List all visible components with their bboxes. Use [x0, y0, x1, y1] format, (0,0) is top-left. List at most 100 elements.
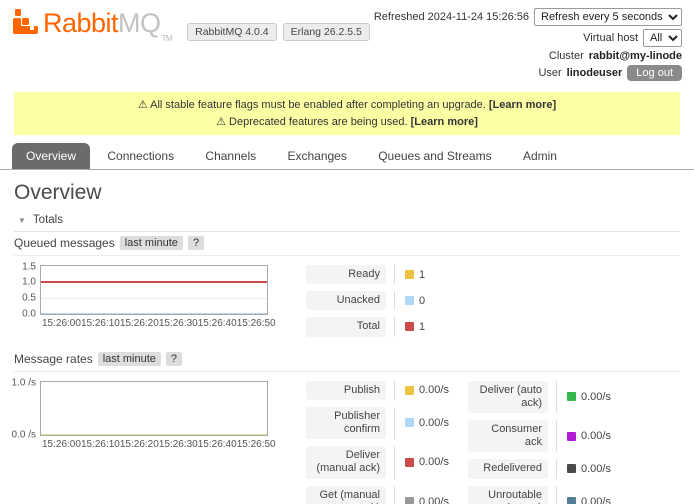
deprecated-features-warning: ⚠ Deprecated features are being used. [L… — [18, 114, 676, 131]
legend-label: Redelivered — [468, 459, 548, 478]
legend-row-ready: Ready 1 — [306, 265, 450, 284]
rabbitmq-logo-icon — [12, 8, 39, 35]
redelivered-rate: 0.00/s — [581, 463, 611, 475]
main-nav-tabs: Overview Connections Channels Exchanges … — [0, 143, 694, 170]
rates-legend-left-column: Publish 0.00/s Publisher confirm 0.00/s De… — [306, 381, 450, 504]
tab-queues-and-streams[interactable]: Queues and Streams — [364, 143, 505, 169]
collapse-triangle-icon: ▼ — [18, 216, 26, 225]
message-rates-header: Message rates last minute ? — [14, 348, 680, 372]
x-tick: 15:26:50 — [237, 439, 276, 450]
brand-rabbit: Rabbit — [43, 8, 118, 38]
queued-window-badge[interactable]: last minute — [120, 236, 183, 250]
queued-messages-plot: 1.5 1.0 0.5 0.0 — [40, 265, 268, 315]
rates-help-icon[interactable]: ? — [166, 352, 182, 366]
message-rates-chart-row: 1.0 /s 0.0 /s 15:26:00 15:26:10 15:26:20… — [14, 381, 680, 504]
virtual-host-select[interactable]: All — [643, 29, 682, 47]
y-tick: 1.0 — [22, 276, 36, 287]
x-tick: 15:26:20 — [120, 439, 159, 450]
zero-rate-line — [41, 434, 267, 435]
y-tick: 1.0 /s — [12, 377, 36, 388]
rates-legend-right-column: Deliver (auto ack) 0.00/s Consumer ack 0.0… — [468, 381, 612, 504]
legend-label: Consumer ack — [468, 420, 548, 452]
total-swatch — [405, 322, 414, 331]
y-tick: 1.5 — [22, 262, 36, 273]
message-rates-title: Message rates — [14, 352, 93, 366]
get-manual-rate: 0.00/s — [419, 496, 449, 504]
rabbitmq-logo[interactable]: RabbitMQTM — [12, 8, 171, 45]
unacked-value: 0 — [419, 295, 425, 307]
x-tick: 15:26:50 — [237, 318, 276, 329]
tab-exchanges[interactable]: Exchanges — [273, 143, 360, 169]
user-label: User — [538, 67, 561, 79]
get-manual-swatch — [405, 497, 414, 504]
feature-flags-learn-more-link[interactable]: [Learn more] — [489, 99, 556, 111]
brand-text: RabbitMQTM — [43, 8, 171, 45]
x-tick: 15:26:30 — [159, 318, 198, 329]
x-tick: 15:26:00 — [42, 439, 81, 450]
erlang-version-badge: Erlang 26.2.5.5 — [283, 23, 370, 41]
ready-swatch — [405, 270, 414, 279]
user-name: linodeuser — [567, 67, 623, 79]
deliver-manual-swatch — [405, 458, 414, 467]
publish-rate: 0.00/s — [419, 384, 449, 396]
refreshed-timestamp: Refreshed 2024-11-24 15:26:56 — [374, 11, 529, 23]
unacked-series-line — [41, 313, 267, 314]
total-value: 1 — [419, 321, 425, 333]
queued-messages-header: Queued messages last minute ? — [14, 232, 680, 256]
publisher-confirm-rate: 0.00/s — [419, 417, 449, 429]
y-tick: 0.0 — [22, 309, 36, 320]
page-title: Overview — [14, 181, 680, 205]
message-rates-plot: 1.0 /s 0.0 /s — [40, 381, 268, 436]
queued-help-icon[interactable]: ? — [188, 236, 204, 250]
deprecated-learn-more-link[interactable]: [Learn more] — [411, 116, 478, 128]
totals-label: Totals — [33, 214, 63, 226]
unacked-swatch — [405, 296, 414, 305]
y-tick: 0.0 /s — [12, 429, 36, 440]
legend-label: Get (manual ack) — [306, 486, 386, 504]
rabbitmq-version-badge: RabbitMQ 4.0.4 — [187, 23, 277, 41]
legend-label: Ready — [306, 265, 386, 284]
y-tick: 0.5 — [22, 292, 36, 303]
rates-window-badge[interactable]: last minute — [98, 352, 161, 366]
ready-value: 1 — [419, 269, 425, 281]
warning-banner: ⚠ All stable feature flags must be enabl… — [14, 92, 680, 135]
message-rates-chart: 1.0 /s 0.0 /s 15:26:00 15:26:10 15:26:20… — [14, 381, 286, 450]
cluster-label: Cluster — [549, 50, 584, 62]
legend-row-unacked: Unacked 0 — [306, 291, 450, 310]
message-rates-legend: Publish 0.00/s Publisher confirm 0.00/s De… — [306, 381, 612, 504]
x-tick: 15:26:30 — [159, 439, 198, 450]
brand-trademark: TM — [162, 34, 173, 43]
tab-overview[interactable]: Overview — [12, 143, 90, 169]
tab-admin[interactable]: Admin — [509, 143, 571, 169]
tab-channels[interactable]: Channels — [191, 143, 270, 169]
cluster-name: rabbit@my-linode — [589, 50, 682, 62]
queued-messages-chart-row: 1.5 1.0 0.5 0.0 15:26:00 15:26:10 15:26:… — [14, 265, 680, 344]
feature-flags-warning: ⚠ All stable feature flags must be enabl… — [18, 97, 676, 114]
x-tick: 15:26:40 — [198, 439, 237, 450]
legend-label: Unroutable (return) — [468, 486, 548, 504]
publisher-confirm-swatch — [405, 418, 414, 427]
tab-connections[interactable]: Connections — [93, 143, 188, 169]
refresh-interval-select[interactable]: Refresh every 5 seconds — [534, 8, 682, 26]
legend-label: Publisher confirm — [306, 407, 386, 439]
x-tick: 15:26:00 — [42, 318, 81, 329]
queued-messages-title: Queued messages — [14, 236, 115, 250]
logout-button[interactable]: Log out — [627, 65, 682, 81]
x-tick: 15:26:10 — [81, 439, 120, 450]
brand-mq: MQ — [118, 8, 161, 38]
x-tick: 15:26:20 — [120, 318, 159, 329]
totals-section-toggle[interactable]: ▼ Totals — [14, 211, 680, 232]
legend-label: Deliver (manual ack) — [306, 446, 386, 478]
queued-messages-legend: Ready 1 Unacked 0 Total 1 — [306, 265, 450, 344]
consumer-ack-rate: 0.00/s — [581, 430, 611, 442]
virtual-host-label: Virtual host — [583, 32, 638, 44]
legend-row-total: Total 1 — [306, 317, 450, 336]
rates-x-axis: 15:26:00 15:26:10 15:26:20 15:26:30 15:2… — [40, 436, 270, 450]
publish-swatch — [405, 386, 414, 395]
legend-label: Publish — [306, 381, 386, 400]
page-header: RabbitMQTM RabbitMQ 4.0.4 Erlang 26.2.5.… — [0, 0, 694, 84]
consumer-ack-swatch — [567, 432, 576, 441]
legend-label: Deliver (auto ack) — [468, 381, 548, 413]
total-series-line — [41, 281, 267, 283]
legend-label: Total — [306, 317, 386, 336]
